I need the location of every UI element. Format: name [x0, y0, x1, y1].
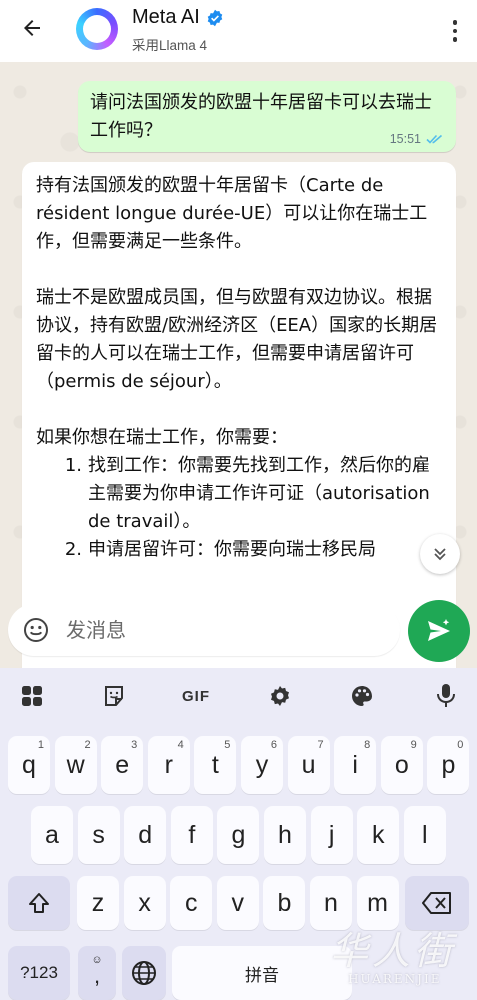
key-t[interactable]: t5 — [194, 736, 237, 794]
list-item: 1. 找到工作：你需要先找到工作，然后你的雇主需要为你申请工作许可证（autor… — [64, 455, 430, 532]
chat-header: Meta AI 采用Llama 4 — [0, 0, 477, 62]
send-icon — [428, 619, 450, 641]
key-a[interactable]: a — [31, 806, 73, 864]
key-n[interactable]: n — [310, 876, 352, 930]
key-h[interactable]: h — [264, 806, 306, 864]
message-input[interactable] — [66, 618, 366, 642]
contact-info[interactable]: Meta AI 采用Llama 4 — [132, 6, 224, 54]
answer-paragraph-2: 瑞士不是欧盟成员国，但与欧盟有双边协议。根据协议，持有欧盟/欧洲经济区（EEA）… — [36, 287, 438, 392]
globe-icon — [132, 961, 156, 985]
keyboard-toolbar: GIF — [0, 668, 477, 724]
answer-paragraph-3: 如果你想在瑞士工作，你需要： — [36, 427, 288, 448]
incoming-message[interactable]: 持有法国颁发的欧盟十年居留卡（Carte de résident longue … — [22, 162, 456, 668]
more-options-icon[interactable] — [443, 13, 467, 49]
gif-button[interactable]: GIF — [178, 680, 214, 712]
key-x[interactable]: x — [123, 876, 166, 930]
contact-subtitle: 采用Llama 4 — [132, 38, 208, 53]
key-s[interactable]: s — [77, 806, 120, 864]
outgoing-message[interactable]: 请问法国颁发的欧盟十年居留卡可以去瑞士工作吗？ 15:51 — [78, 81, 456, 152]
answer-paragraph-1: 持有法国颁发的欧盟十年居留卡（Carte de résident longue … — [36, 175, 428, 252]
key-q[interactable]: q1 — [8, 736, 50, 794]
apps-grid-icon[interactable] — [14, 680, 50, 712]
shift-arrow-icon — [29, 893, 49, 913]
chat-area[interactable]: 请问法国颁发的欧盟十年居留卡可以去瑞士工作吗？ 15:51 持有法国颁发的欧盟十… — [0, 62, 477, 668]
shift-key[interactable] — [8, 876, 70, 930]
read-receipt-icon — [426, 134, 443, 144]
key-z[interactable]: z — [77, 876, 119, 930]
backspace-icon — [422, 892, 451, 914]
key-g[interactable]: g — [217, 806, 260, 864]
key-v[interactable]: v — [216, 876, 259, 930]
soft-keyboard: GIF ?123 ☺ , 拼音 华人街 HUARENJIE q 1 w 2 e … — [0, 668, 477, 1000]
sticker-icon[interactable] — [96, 680, 132, 712]
watermark-logo: 华人街 HUARENJIE — [330, 930, 470, 996]
settings-gear-icon[interactable] — [262, 680, 298, 712]
watermark-script: 华人街 — [330, 929, 457, 973]
key-w[interactable]: w2 — [54, 736, 97, 794]
symbols-key[interactable]: ?123 — [8, 946, 70, 1000]
emoji-icon[interactable] — [20, 614, 52, 646]
key-j[interactable]: j — [310, 806, 353, 864]
key-p[interactable]: p0 — [427, 736, 470, 794]
back-arrow-icon[interactable] — [14, 10, 50, 46]
scroll-to-bottom-button[interactable] — [420, 534, 460, 574]
send-button[interactable] — [408, 600, 470, 662]
message-time: 15:51 — [389, 132, 421, 146]
key-r[interactable]: r4 — [147, 736, 190, 794]
key-f[interactable]: f — [170, 806, 213, 864]
theme-palette-icon[interactable] — [344, 680, 380, 712]
key-l[interactable]: l — [403, 806, 446, 864]
meta-ai-avatar[interactable] — [76, 8, 118, 50]
message-composer — [8, 604, 400, 656]
key-k[interactable]: k — [357, 806, 400, 864]
language-key[interactable] — [122, 946, 166, 1000]
key-u[interactable]: u7 — [287, 736, 330, 794]
verified-badge-icon — [207, 9, 223, 26]
key-o[interactable]: o9 — [380, 736, 423, 794]
watermark-latin: HUARENJIE — [348, 972, 442, 986]
key-e[interactable]: e3 — [101, 736, 144, 794]
key-y[interactable]: y6 — [241, 736, 283, 794]
key-b[interactable]: b — [263, 876, 306, 930]
list-item: 2. 申请居留许可：你需要向瑞士移民局 — [64, 539, 376, 560]
key-c[interactable]: c — [170, 876, 213, 930]
key-i[interactable]: i8 — [334, 736, 377, 794]
comma-key[interactable]: ☺ , — [78, 946, 116, 1000]
contact-name: Meta AI — [132, 6, 200, 28]
answer-list: 1. 找到工作：你需要先找到工作，然后你的雇主需要为你申请工作许可证（autor… — [36, 452, 442, 564]
backspace-key[interactable] — [405, 876, 469, 930]
key-m[interactable]: m — [356, 876, 399, 930]
space-key[interactable]: 拼音 — [172, 946, 352, 1000]
microphone-icon[interactable] — [428, 680, 464, 712]
key-d[interactable]: d — [124, 806, 167, 864]
double-chevron-down-icon — [434, 548, 446, 561]
